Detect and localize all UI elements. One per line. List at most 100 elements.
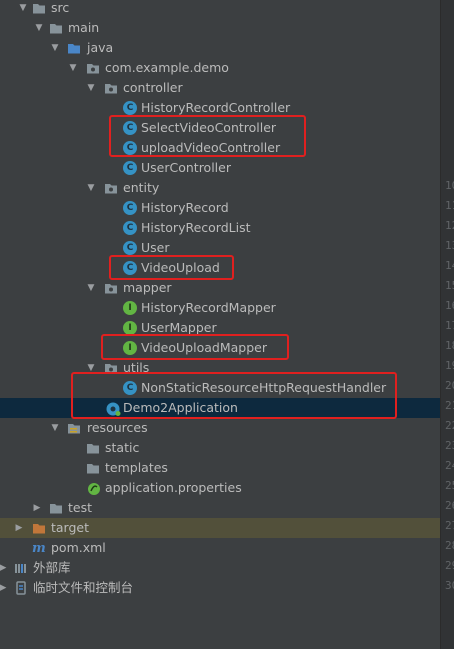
tree-row-interface[interactable]: I VideoUploadMapper — [0, 338, 440, 358]
tree-row-pom[interactable]: m pom.xml — [0, 538, 440, 558]
tree-label: HistoryRecordMapper — [141, 300, 276, 315]
tree-label: NonStaticResourceHttpRequestHandler — [141, 380, 387, 395]
class-icon: C — [123, 221, 137, 235]
folder-icon — [86, 441, 100, 455]
tree-row-interface[interactable]: I HistoryRecordMapper — [0, 298, 440, 318]
tree-row-properties[interactable]: application.properties — [0, 478, 440, 498]
line-number: 28 — [445, 539, 454, 552]
class-icon: C — [123, 121, 137, 135]
tree-label: resources — [87, 420, 148, 435]
project-tree-panel: ▼ src ▼ main ▼ java ▼ com.example.demo ▼ — [0, 0, 440, 649]
chevron-down-icon[interactable]: ▼ — [86, 358, 96, 378]
tree-row-external-libraries[interactable]: ▶ 外部库 — [0, 558, 440, 578]
tree-label: User — [141, 240, 170, 255]
line-number: 13 — [445, 239, 454, 252]
spring-boot-app-icon — [105, 401, 121, 416]
chevron-down-icon[interactable]: ▼ — [50, 418, 60, 438]
tree-row-class[interactable]: C HistoryRecord — [0, 198, 440, 218]
tree-row-class[interactable]: C User — [0, 238, 440, 258]
tree-row-test[interactable]: ▶ test — [0, 498, 440, 518]
line-number: 17 — [445, 319, 454, 332]
tree-row-class[interactable]: C NonStaticResourceHttpRequestHandler — [0, 378, 440, 398]
tree-label: uploadVideoController — [141, 140, 281, 155]
tree-row-class[interactable]: C UserController — [0, 158, 440, 178]
tree-label: pom.xml — [51, 540, 106, 555]
package-icon — [104, 281, 118, 295]
line-number: 10 — [445, 179, 454, 192]
tree-row-class[interactable]: C VideoUpload — [0, 258, 440, 278]
tree-label: controller — [123, 80, 183, 95]
chevron-down-icon[interactable]: ▼ — [50, 38, 60, 58]
class-icon: C — [123, 381, 137, 395]
tree-row-resources[interactable]: ▼ resources — [0, 418, 440, 438]
chevron-down-icon[interactable]: ▼ — [86, 178, 96, 198]
chevron-down-icon[interactable]: ▼ — [86, 78, 96, 98]
line-number: 29 — [445, 559, 454, 572]
tree-label: java — [87, 40, 114, 55]
folder-icon — [86, 461, 100, 475]
line-number: 24 — [445, 459, 454, 472]
tree-label: mapper — [123, 280, 172, 295]
svg-text:m: m — [32, 541, 46, 554]
line-number: 27 — [445, 519, 454, 532]
chevron-right-icon[interactable]: ▶ — [14, 518, 24, 538]
tree-label: templates — [105, 460, 168, 475]
interface-icon: I — [123, 321, 137, 335]
tree-row-src[interactable]: ▼ src — [0, 0, 440, 18]
tree-label: main — [68, 20, 100, 35]
line-number: 11 — [445, 199, 454, 212]
tree-label: SelectVideoController — [141, 120, 277, 135]
tree-row-class[interactable]: C uploadVideoController — [0, 138, 440, 158]
tree-label: VideoUpload — [141, 260, 220, 275]
chevron-down-icon[interactable]: ▼ — [86, 278, 96, 298]
tree-row-main[interactable]: ▼ main — [0, 18, 440, 38]
line-number: 20 — [445, 379, 454, 392]
tree-row-static[interactable]: static — [0, 438, 440, 458]
folder-icon — [49, 21, 63, 35]
tree-label: Demo2Application — [123, 400, 238, 415]
tree-row-mapper[interactable]: ▼ mapper — [0, 278, 440, 298]
tree-label: target — [51, 520, 90, 535]
interface-icon: I — [123, 301, 137, 315]
folder-icon — [49, 501, 63, 515]
spring-properties-icon — [86, 481, 100, 495]
chevron-down-icon[interactable]: ▼ — [34, 18, 44, 38]
line-number: 30 — [445, 579, 454, 592]
line-number: 12 — [445, 219, 454, 232]
tree-row-utils[interactable]: ▼ utils — [0, 358, 440, 378]
tree-row-package[interactable]: ▼ com.example.demo — [0, 58, 440, 78]
editor-line-number-gutter: 10 11 12 13 14 15 16 17 18 19 20 21 22 2… — [440, 0, 454, 649]
tree-row-controller[interactable]: ▼ controller — [0, 78, 440, 98]
chevron-right-icon[interactable]: ▶ — [0, 578, 8, 598]
class-icon: C — [123, 141, 137, 155]
line-number: 25 — [445, 479, 454, 492]
tree-row-class[interactable]: C HistoryRecordController — [0, 98, 440, 118]
line-number: 21 — [445, 399, 454, 412]
tree-row-entity[interactable]: ▼ entity — [0, 178, 440, 198]
line-number: 22 — [445, 419, 454, 432]
tree-row-java[interactable]: ▼ java — [0, 38, 440, 58]
class-icon: C — [123, 101, 137, 115]
chevron-down-icon[interactable]: ▼ — [18, 0, 28, 18]
maven-icon: m — [32, 540, 48, 556]
tree-row-scratches[interactable]: ▶ 临时文件和控制台 — [0, 578, 440, 598]
tree-row-target[interactable]: ▶ target — [0, 518, 440, 538]
tree-label: UserController — [141, 160, 231, 175]
package-icon — [104, 181, 118, 195]
chevron-right-icon[interactable]: ▶ — [32, 498, 42, 518]
tree-row-app[interactable]: Demo2Application — [0, 398, 440, 418]
class-icon: C — [123, 161, 137, 175]
line-number: 15 — [445, 279, 454, 292]
chevron-right-icon[interactable]: ▶ — [0, 558, 8, 578]
line-number: 14 — [445, 259, 454, 272]
tree-row-class[interactable]: C HistoryRecordList — [0, 218, 440, 238]
chevron-down-icon[interactable]: ▼ — [68, 58, 78, 78]
tree-label: 外部库 — [33, 560, 71, 575]
tree-row-templates[interactable]: templates — [0, 458, 440, 478]
tree-label: VideoUploadMapper — [141, 340, 267, 355]
tree-row-class[interactable]: C SelectVideoController — [0, 118, 440, 138]
tree-label: HistoryRecordList — [141, 220, 251, 235]
class-icon: C — [123, 201, 137, 215]
tree-row-interface[interactable]: I UserMapper — [0, 318, 440, 338]
tree-label: com.example.demo — [105, 60, 229, 75]
